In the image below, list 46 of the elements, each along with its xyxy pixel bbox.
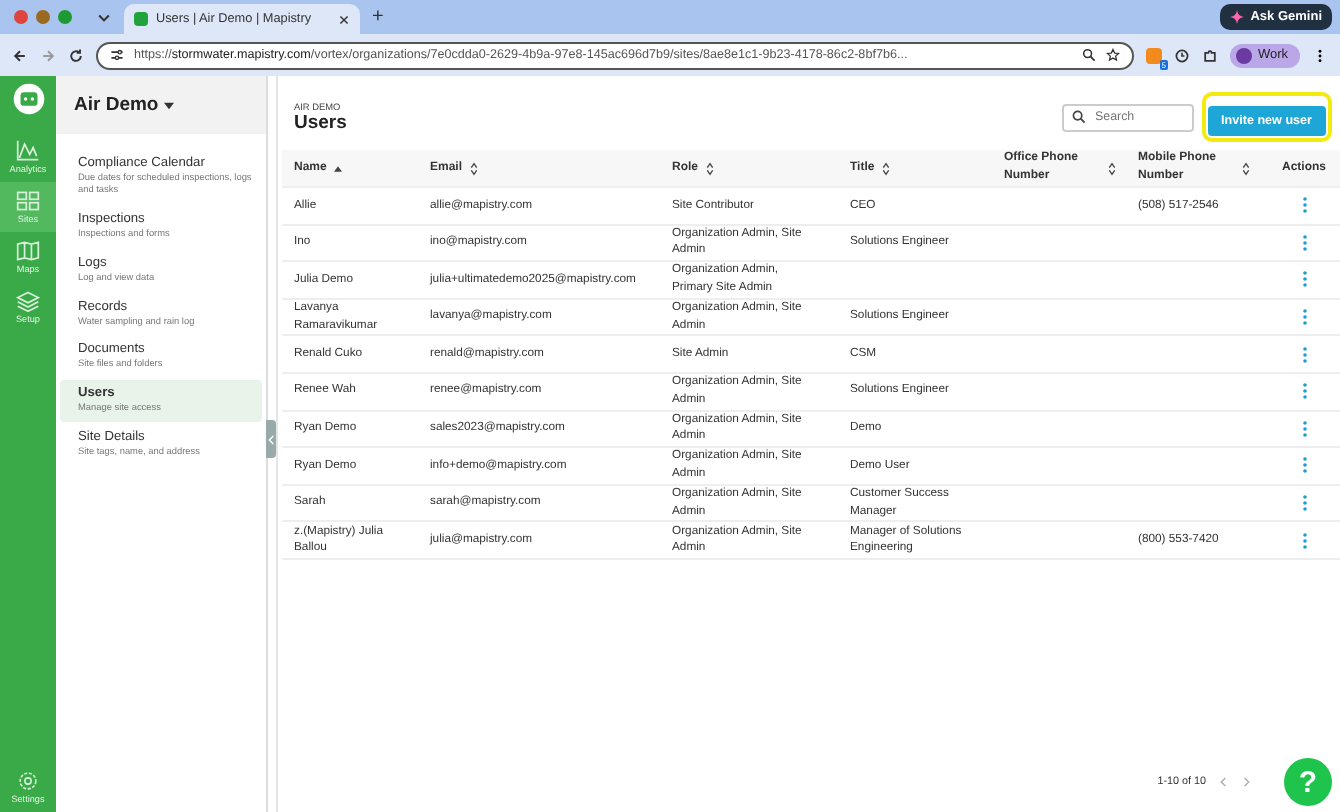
- sort-icon[interactable]: [470, 161, 479, 175]
- grid-icon: [16, 190, 40, 212]
- more-actions-icon[interactable]: [1301, 531, 1307, 550]
- more-actions-icon[interactable]: [1301, 494, 1307, 513]
- puzzle-icon[interactable]: [1201, 47, 1218, 63]
- sort-icon[interactable]: [882, 161, 891, 175]
- collapse-handle[interactable]: [266, 420, 276, 458]
- sparkle-icon: [1230, 10, 1245, 24]
- maximize-window-icon[interactable]: [58, 10, 72, 24]
- map-icon: [16, 240, 40, 262]
- more-actions-icon[interactable]: [1301, 456, 1307, 475]
- close-window-icon[interactable]: [14, 10, 28, 24]
- site-favicon-icon: [134, 12, 148, 26]
- more-actions-icon[interactable]: [1301, 308, 1307, 327]
- zoom-icon[interactable]: [1081, 48, 1096, 62]
- layers-icon: [16, 290, 40, 312]
- minimize-window-icon[interactable]: [36, 10, 50, 24]
- more-actions-icon[interactable]: [1301, 233, 1307, 252]
- previous-page-icon[interactable]: [1220, 776, 1228, 788]
- reload-icon[interactable]: [68, 47, 84, 63]
- chart-line-icon: [16, 140, 40, 162]
- forward-arrow-icon[interactable]: [40, 47, 56, 63]
- sort-icon[interactable]: [1242, 161, 1250, 175]
- new-tab-button[interactable]: +: [372, 6, 384, 28]
- sort-icon[interactable]: [706, 161, 715, 175]
- more-actions-icon[interactable]: [1301, 419, 1307, 438]
- clock-icon[interactable]: [1173, 47, 1190, 63]
- sort-icon[interactable]: [1108, 161, 1116, 175]
- next-page-icon[interactable]: [1242, 776, 1250, 788]
- page-title: Users: [294, 111, 349, 133]
- more-actions-icon[interactable]: [1301, 382, 1307, 401]
- star-icon[interactable]: [1105, 48, 1120, 62]
- chevron-down-icon[interactable]: [96, 9, 112, 25]
- back-arrow-icon[interactable]: [12, 47, 28, 63]
- settings-icon: [16, 770, 40, 792]
- more-actions-icon[interactable]: [1301, 196, 1307, 215]
- site-settings-icon[interactable]: [110, 48, 124, 62]
- search-icon: [1071, 110, 1085, 124]
- close-icon[interactable]: [338, 13, 350, 25]
- more-actions-icon[interactable]: [1301, 345, 1307, 364]
- site-name[interactable]: Air Demo: [74, 94, 159, 116]
- avatar-icon: [1235, 47, 1252, 63]
- more-actions-icon[interactable]: [1301, 270, 1307, 289]
- logo-icon[interactable]: [11, 82, 45, 116]
- sort-ascending-icon[interactable]: [334, 165, 343, 171]
- caret-icon[interactable]: [164, 101, 175, 109]
